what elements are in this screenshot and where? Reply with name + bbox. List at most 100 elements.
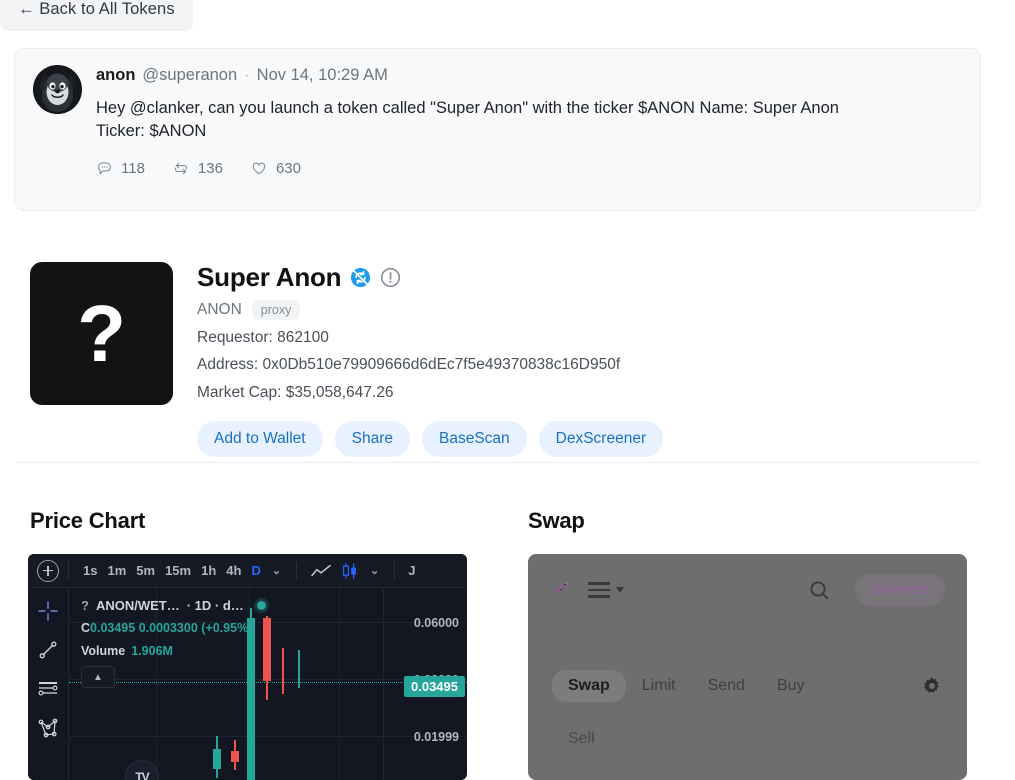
search-icon[interactable]: [807, 578, 831, 602]
legend-interval: · 1D · d…: [186, 598, 244, 613]
tweet-text: Hey @clanker, can you launch a token cal…: [96, 98, 839, 141]
gear-icon[interactable]: [921, 675, 943, 697]
crosshair-icon[interactable]: [38, 601, 58, 621]
price-axis[interactable]: 0.06000 0.03999 0.01999 0.03495: [383, 588, 467, 780]
line-chart-icon[interactable]: [306, 564, 336, 578]
heart-icon: [252, 162, 266, 175]
avatar-illustration-icon: [33, 65, 82, 114]
chart-plot-area[interactable]: ? ANON/WET… · 1D · d… C0.03495 0.0003300…: [69, 588, 467, 780]
tweet-reposts-count: 136: [197, 159, 223, 177]
timeframe-4h[interactable]: 4h: [221, 563, 246, 578]
legend-volume-value: 1.906M: [131, 644, 173, 659]
legend-close: 0.03495: [90, 620, 136, 635]
hamburger-menu-icon[interactable]: [588, 582, 624, 598]
back-to-all-tokens-button[interactable]: ← Back to All Tokens: [0, 0, 193, 31]
timeframe-5m[interactable]: 5m: [131, 563, 160, 578]
tab-buy[interactable]: Buy: [761, 670, 821, 702]
tab-swap[interactable]: Swap: [552, 670, 626, 702]
tweet-header: anon @superanon · Nov 14, 10:29 AM: [96, 66, 962, 86]
chart-legend: ? ANON/WET… · 1D · d… C0.03495 0.0003300…: [81, 596, 266, 661]
toolbar-divider-3: [394, 561, 396, 580]
tweet-reposts-stat[interactable]: 136: [172, 160, 223, 177]
candle-body: [230, 751, 239, 762]
timeframe-d[interactable]: D: [246, 563, 265, 578]
candle-body: [212, 749, 221, 769]
chart-toolbar: 1s 1m 5m 15m 1h 4h D ⌄ ⌄ J: [28, 554, 467, 588]
chevron-down-icon[interactable]: ⌄: [266, 564, 287, 577]
legend-ohlc-prefix: C: [81, 620, 91, 635]
back-nav: ← Back to All Tokens: [0, 0, 193, 31]
toolbar-divider-2: [296, 561, 298, 580]
token-action-buttons: Add to Wallet Share BaseScan DexScreener: [197, 421, 664, 458]
fib-lines-icon[interactable]: [38, 679, 58, 699]
repost-icon: [174, 162, 187, 175]
gridline-v: [339, 588, 340, 780]
section-divider: [16, 462, 980, 463]
indicators-label[interactable]: J: [404, 563, 415, 578]
chevron-down-icon-2[interactable]: ⌄: [364, 564, 385, 577]
avatar: [33, 65, 82, 114]
chevron-up-icon[interactable]: ▲: [81, 666, 115, 688]
tweet-author-handle: @superanon: [142, 66, 238, 84]
basescan-button[interactable]: BaseScan: [421, 421, 527, 458]
chart-drawing-tools: [28, 588, 69, 780]
token-name: Super Anon: [197, 262, 342, 292]
legend-change-abs: 0.0003300: [138, 620, 198, 635]
price-chart-widget[interactable]: 1s 1m 5m 15m 1h 4h D ⌄ ⌄ J ? ANON/WET… ·…: [28, 554, 467, 780]
tweet-likes-stat[interactable]: 630: [250, 160, 301, 177]
source-tweet-card: anon @superanon · Nov 14, 10:29 AM Hey @…: [14, 48, 981, 211]
sell-field-label: Sell: [568, 730, 595, 747]
token-logo-placeholder: ?: [30, 262, 173, 405]
legend-change-pct: (+0.95%): [201, 620, 253, 635]
dexscreener-button[interactable]: DexScreener: [538, 421, 664, 458]
warning-circle-icon[interactable]: [380, 267, 401, 288]
timeframe-1m[interactable]: 1m: [102, 563, 131, 578]
token-address: Address: 0x0Db510e79909666d6dEc7f5e49370…: [197, 356, 621, 374]
tweet-stats: 118 136 630: [96, 160, 962, 177]
share-button[interactable]: Share: [334, 421, 410, 458]
chart-body: ? ANON/WET… · 1D · d… C0.03495 0.0003300…: [28, 588, 467, 780]
tweet-separator: ·: [244, 66, 250, 84]
token-market-cap: Market Cap: $35,058,647.26: [197, 383, 394, 401]
timeframe-1s[interactable]: 1s: [78, 563, 102, 578]
tab-send[interactable]: Send: [692, 670, 761, 702]
connect-wallet-button[interactable]: Connect: [855, 574, 945, 606]
legend-volume-label: Volume: [81, 644, 126, 659]
timeframe-1h[interactable]: 1h: [196, 563, 221, 578]
token-proxy-chip: proxy: [251, 300, 301, 320]
y-tick-label: 0.06000: [413, 616, 459, 630]
comment-icon: [97, 162, 112, 175]
pattern-icon[interactable]: [37, 718, 59, 738]
legend-logo-placeholder: ?: [81, 598, 89, 613]
current-price-badge: 0.03495: [404, 676, 465, 697]
uniswap-unicorn-icon[interactable]: [550, 578, 574, 602]
market-open-dot: [256, 601, 266, 611]
proxy-rotate-icon[interactable]: [350, 267, 371, 288]
candlestick-icon[interactable]: [336, 563, 364, 579]
tweet-timestamp: Nov 14, 10:29 AM: [256, 66, 388, 84]
price-chart-heading: Price Chart: [30, 508, 146, 533]
trendline-icon[interactable]: [38, 640, 58, 660]
tab-limit[interactable]: Limit: [626, 670, 692, 702]
y-tick-label: 0.01999: [413, 730, 459, 744]
token-requestor: Requestor: 862100: [197, 329, 329, 346]
swap-widget-header: Connect: [528, 554, 967, 626]
timeframe-15m[interactable]: 15m: [160, 563, 196, 578]
token-summary: ? Super Anon ANON proxy Requestor: 86210…: [30, 262, 664, 458]
add-to-wallet-button[interactable]: Add to Wallet: [197, 421, 323, 458]
caret-down-icon: [616, 587, 624, 593]
swap-widget[interactable]: Connect Swap Limit Send Buy Sell: [528, 554, 967, 780]
plus-circle-icon[interactable]: [37, 559, 59, 582]
swap-mode-tabs: Swap Limit Send Buy: [528, 670, 967, 702]
tweet-likes-count: 630: [275, 159, 301, 177]
tweet-author-name: anon: [96, 66, 136, 84]
swap-heading: Swap: [528, 508, 585, 533]
tradingview-logo[interactable]: TV: [125, 760, 159, 780]
token-symbol: ANON: [197, 301, 242, 318]
tweet-replies-stat[interactable]: 118: [96, 160, 145, 177]
toolbar-divider: [68, 561, 69, 580]
tweet-replies-count: 118: [121, 159, 145, 177]
legend-pair[interactable]: ANON/WET…: [96, 596, 180, 616]
candle-wick: [282, 648, 284, 694]
token-logo-question-mark: ?: [77, 288, 126, 378]
